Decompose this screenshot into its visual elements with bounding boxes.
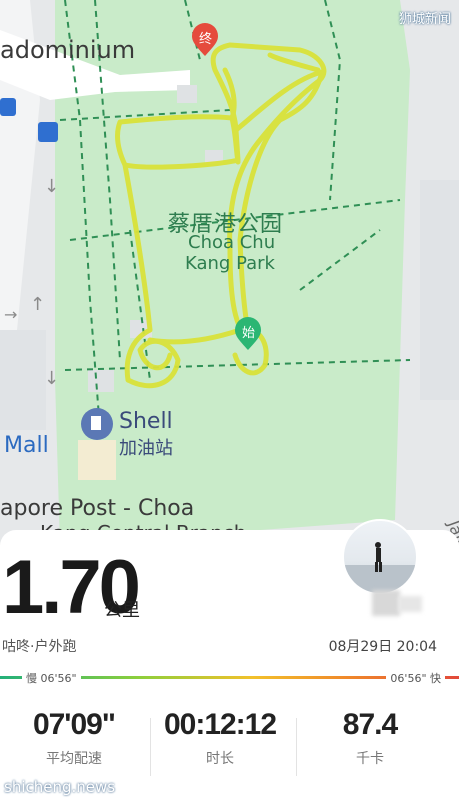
stat-label: 时长 (206, 751, 234, 767)
watermark-bottom: shicheng.news (4, 778, 116, 796)
activity-datetime: 08月29日 20:04 (328, 639, 437, 655)
blurred-area (398, 596, 422, 612)
pace-fast-label: 06'56" 快 (386, 670, 445, 686)
avatar[interactable] (342, 519, 418, 595)
map-label-post: apore Post - Choa (0, 496, 195, 521)
map-label-mall: Mall (4, 433, 49, 458)
map-label-park-en: Kang Park (185, 253, 275, 274)
road-arrow-icon: ↑ (30, 294, 45, 315)
stat-label: 千卡 (356, 751, 384, 767)
blurred-area (372, 590, 400, 616)
stat-duration: 00:12:12 时长 (150, 708, 290, 768)
start-marker-label: 始 (242, 326, 256, 341)
activity-type: 咕咚·户外跑 (2, 639, 77, 655)
road-arrow-icon: ↓ (44, 176, 59, 197)
stat-divider (296, 718, 297, 776)
pace-slow-label: 慢 06'56" (22, 670, 81, 686)
distance-unit: 公里 (104, 600, 140, 621)
map-label-park-en: Choa Chu (188, 232, 276, 253)
route-map[interactable]: ↓ ↑ ↓ → 终 始 adominium 蔡厝港公园 Choa Chu Kan… (0, 0, 459, 545)
map-label-shell-cn: 加油站 (119, 438, 173, 459)
bus-stop-icon (0, 98, 16, 116)
road-arrow-icon: → (4, 305, 17, 324)
map-label-condo: adominium (0, 36, 136, 64)
stat-value: 87.4 (342, 708, 398, 741)
stat-value: 07'09" (32, 708, 116, 741)
bus-stop-icon (38, 122, 58, 142)
stat-value: 00:12:12 (163, 708, 277, 741)
stat-calories: 87.4 千卡 (300, 708, 440, 768)
stat-average-pace: 07'09" 平均配速 (4, 708, 144, 768)
watermark-top: 狮城新闻 (398, 12, 451, 27)
end-marker-label: 终 (199, 32, 213, 47)
stat-label: 平均配速 (46, 751, 102, 767)
person-icon (344, 542, 416, 593)
road-arrow-icon: ↓ (44, 368, 59, 389)
map-label-shell: Shell (119, 409, 173, 434)
